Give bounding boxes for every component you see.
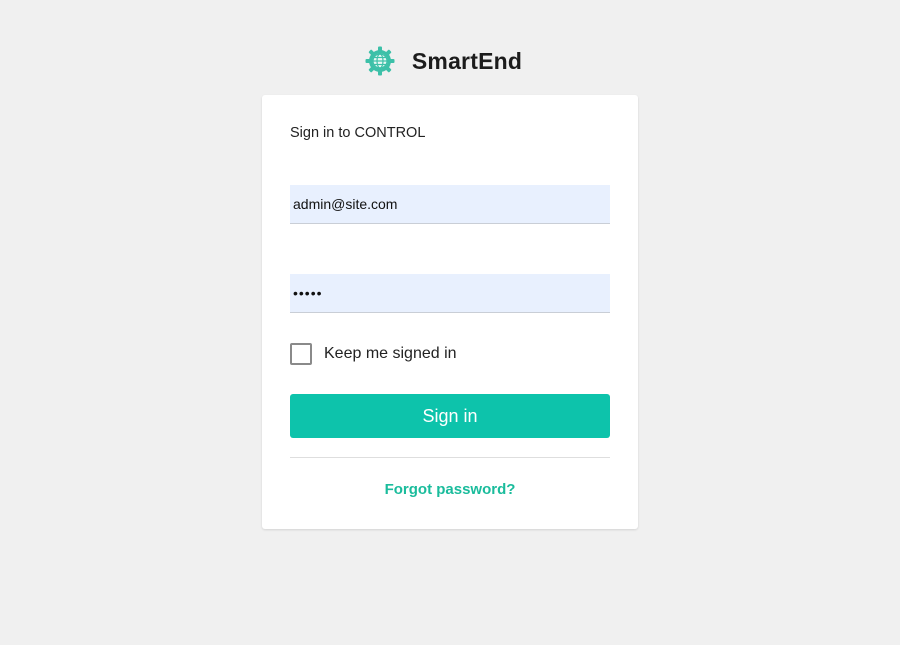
forgot-password-link[interactable]: Forgot password? [290, 481, 610, 498]
sign-in-button[interactable]: Sign in [290, 394, 610, 438]
password-field[interactable] [290, 274, 610, 313]
login-title: Sign in to CONTROL [290, 125, 426, 141]
divider [290, 457, 610, 458]
remember-me[interactable]: Keep me signed in [290, 343, 457, 365]
gear-globe-icon [365, 46, 395, 76]
brand-name: SmartEnd [411, 47, 523, 74]
remember-me-checkbox[interactable] [290, 343, 312, 365]
remember-me-label: Keep me signed in [324, 345, 457, 362]
brand-header: SmartEnd [0, 44, 900, 78]
email-field[interactable] [290, 185, 610, 224]
login-card: Sign in to CONTROL Keep me signed in Sig… [262, 95, 638, 529]
